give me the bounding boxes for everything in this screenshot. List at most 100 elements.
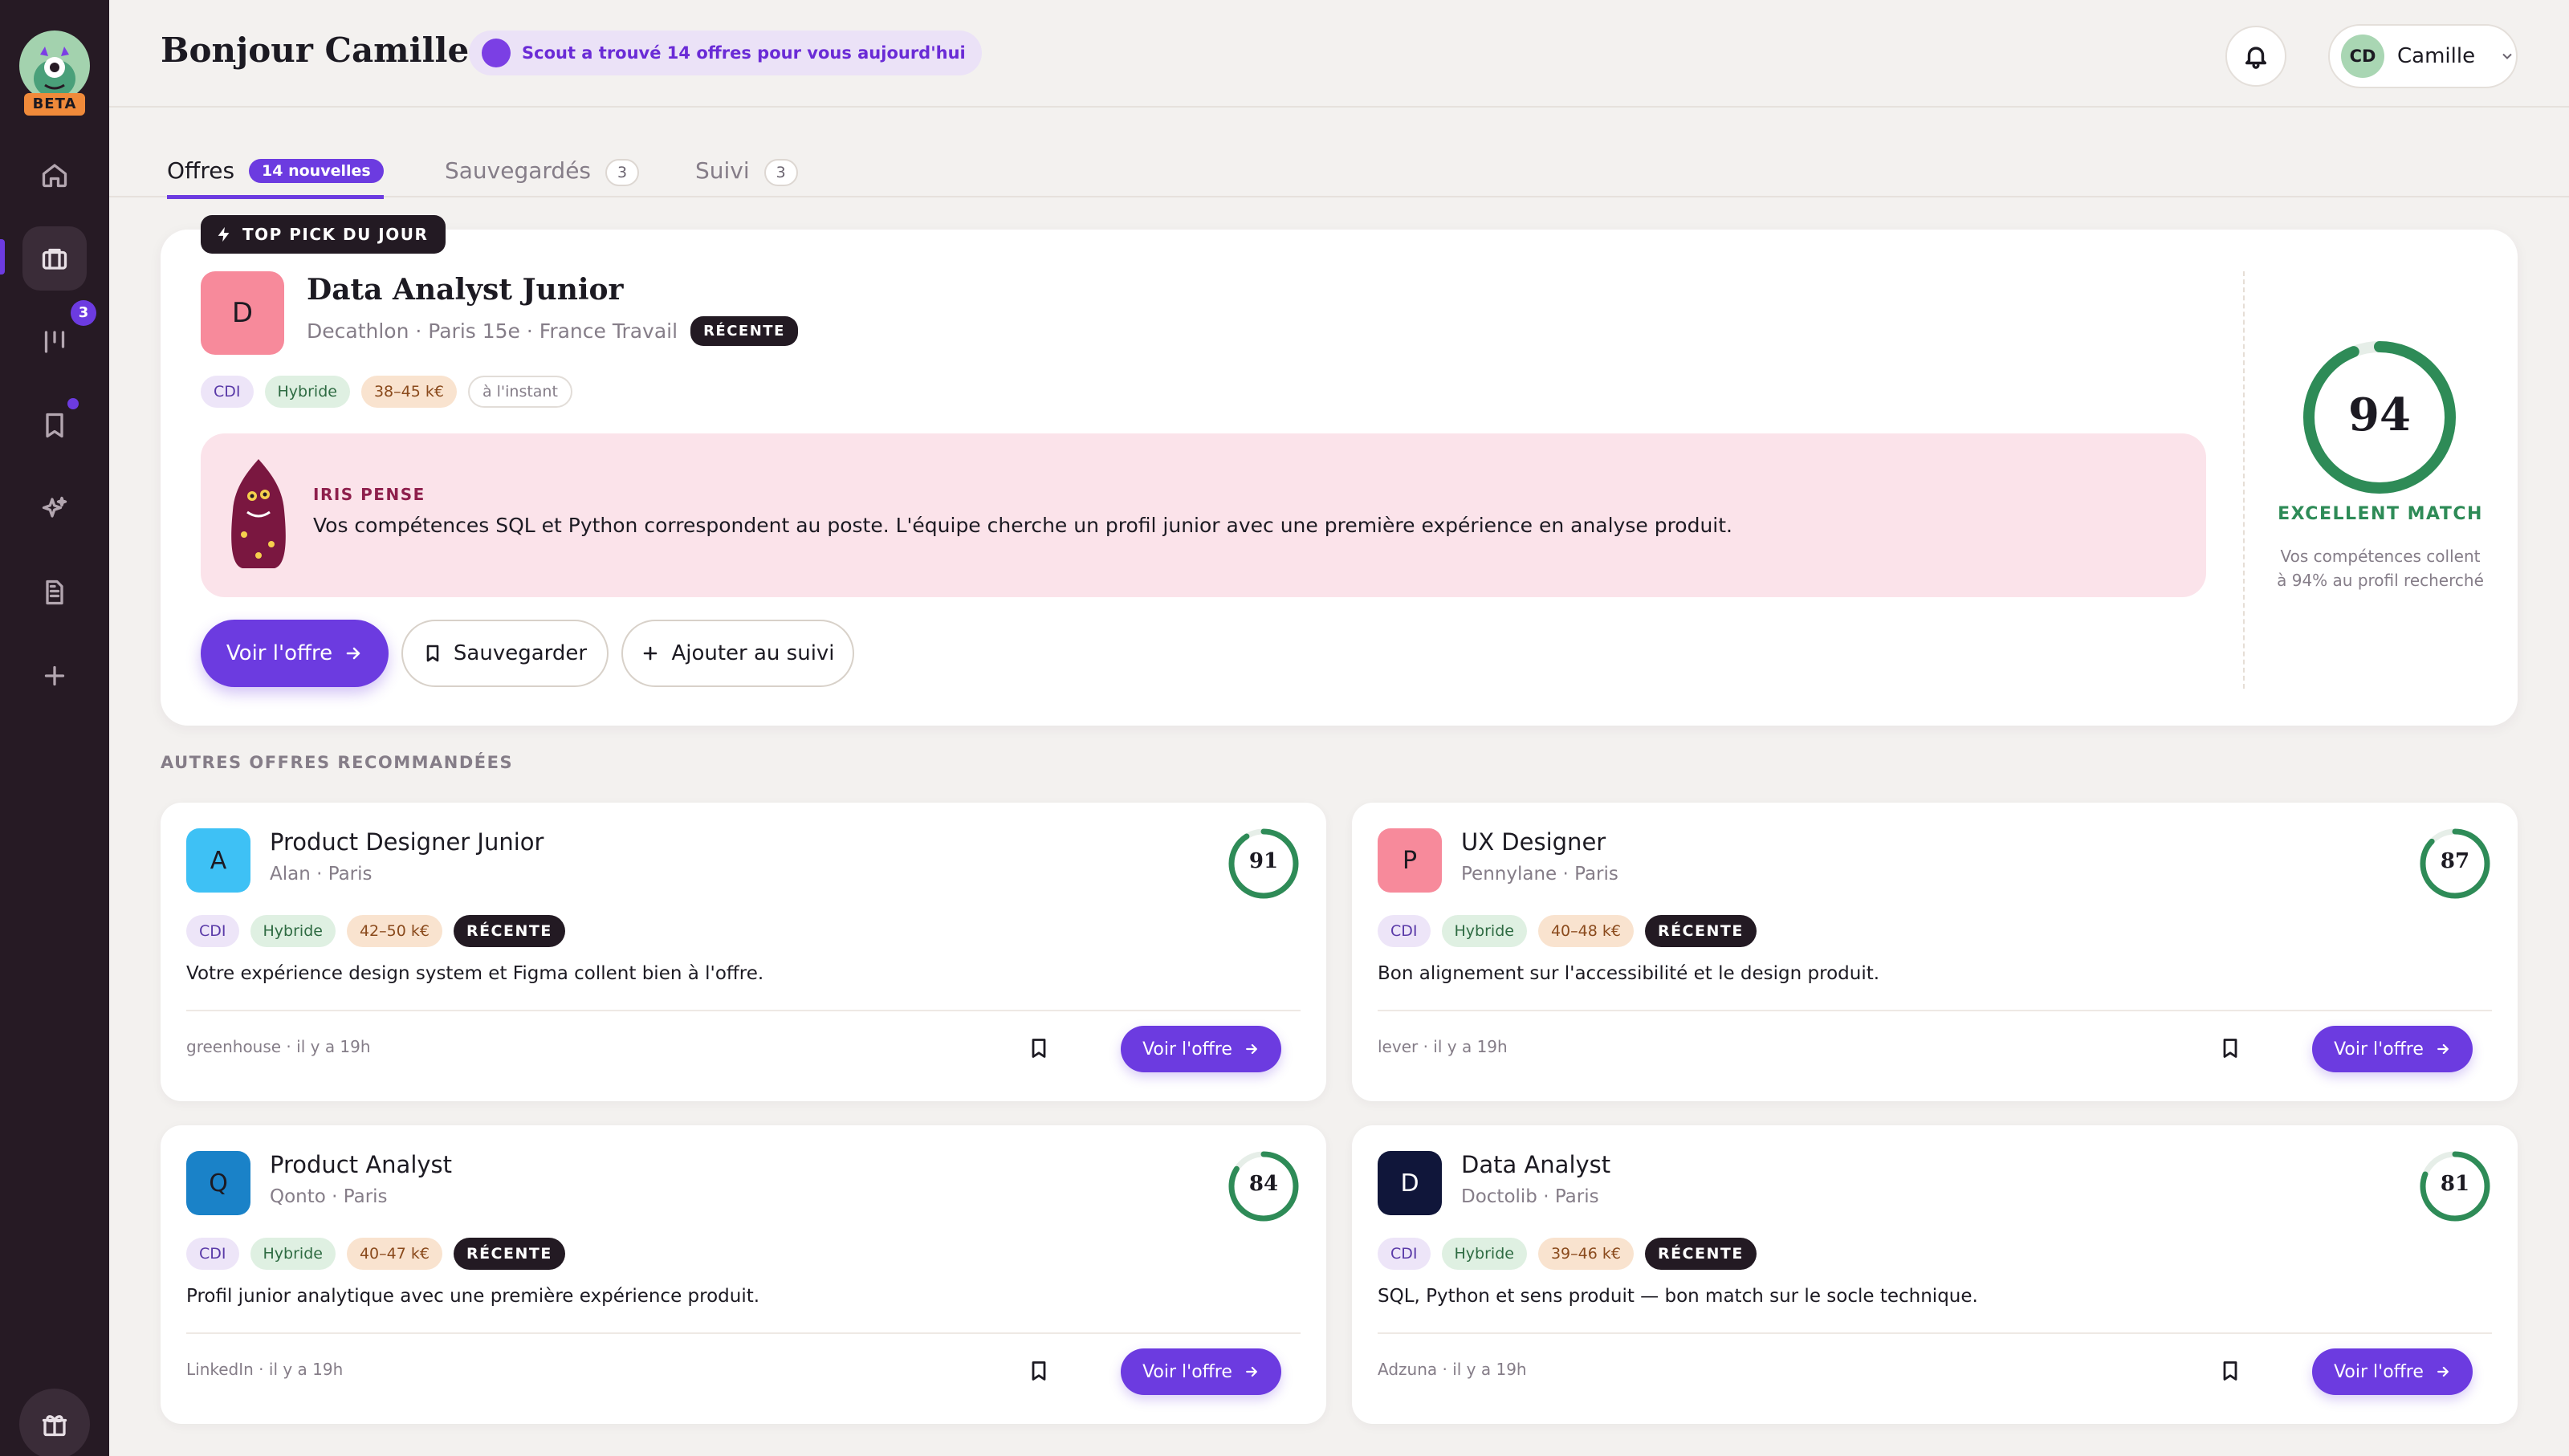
tab-sauvegardes[interactable]: Sauvegardés 3 — [445, 132, 640, 197]
company-logo: P — [1378, 828, 1442, 893]
bookmark-button[interactable] — [1028, 1360, 1050, 1382]
job-card[interactable]: Q Product Analyst Qonto · Paris CDI Hybr… — [161, 1125, 1326, 1424]
salary-tag: 40–48 k€ — [1537, 915, 1634, 947]
job-title[interactable]: Product Analyst — [270, 1151, 452, 1178]
page-title: Bonjour Camille — [161, 31, 470, 70]
job-title[interactable]: UX Designer — [1461, 828, 1606, 856]
company-location: Qonto · Paris — [270, 1186, 388, 1207]
job-description: Bon alignement sur l'accessibilité et le… — [1378, 963, 1880, 984]
contract-tag: CDI — [186, 915, 239, 947]
view-offer-button[interactable]: Voir l'offre — [1121, 1348, 1281, 1395]
recent-badge: RÉCENTE — [453, 915, 565, 947]
arrow-right-icon — [2437, 1366, 2449, 1377]
nav-documents[interactable] — [22, 560, 87, 624]
scout-banner[interactable]: Scout a trouvé 14 offres pour vous aujou… — [469, 31, 982, 75]
mascot-logo[interactable] — [19, 31, 90, 101]
nav-offers[interactable] — [22, 226, 87, 291]
new-count-badge: 14 nouvelles — [249, 159, 384, 183]
job-tags: CDI Hybride 39–46 k€ RÉCENTE — [1378, 1238, 1757, 1270]
iris-text: Vos compétences SQL et Python correspond… — [313, 514, 1733, 537]
active-indicator — [0, 239, 5, 275]
save-label: Sauvegarder — [453, 641, 588, 665]
job-source: Adzuna · il y a 19h — [1378, 1360, 1527, 1379]
company-logo: D — [201, 271, 284, 355]
view-offer-label: Voir l'offre — [1142, 1361, 1232, 1382]
match-label: EXCELLENT MATCH — [2278, 504, 2483, 524]
job-card[interactable]: D Data Analyst Doctolib · Paris CDI Hybr… — [1352, 1125, 2518, 1424]
job-source: lever · il y a 19h — [1378, 1037, 1508, 1056]
match-description: Vos compétences collent à 94% au profil … — [2277, 547, 2484, 590]
salary-tag: 38–45 k€ — [360, 376, 457, 408]
bookmark-button[interactable] — [2219, 1360, 2241, 1382]
view-offer-button[interactable]: Voir l'offre — [201, 620, 389, 687]
company-location: Doctolib · Paris — [1461, 1186, 1599, 1207]
bookmark-icon — [426, 645, 439, 662]
notifications-button[interactable] — [2225, 26, 2286, 87]
count-badge: 3 — [605, 159, 640, 186]
view-offer-button[interactable]: Voir l'offre — [2312, 1348, 2473, 1395]
nav-gift[interactable] — [19, 1389, 90, 1456]
iris-mascot-icon — [231, 459, 286, 568]
bookmark-button[interactable] — [1028, 1037, 1050, 1059]
job-title[interactable]: Data Analyst — [1461, 1151, 1610, 1178]
job-title[interactable]: Data Analyst Junior — [307, 273, 624, 307]
contract-tag: CDI — [1378, 1238, 1431, 1270]
work-mode-tag: Hybride — [1441, 915, 1527, 947]
divider — [1378, 1332, 2492, 1334]
arrow-right-icon — [1245, 1043, 1257, 1055]
bookmark-icon — [1032, 1039, 1046, 1058]
scout-mascot-icon — [482, 39, 511, 67]
nav-add[interactable] — [22, 644, 87, 708]
recent-badge: RÉCENTE — [1644, 1238, 1757, 1270]
bell-icon — [2245, 47, 2267, 69]
kanban-icon — [44, 331, 65, 353]
match-score-value: 81 — [2440, 1172, 2470, 1196]
company-location: Pennylane · Paris — [1461, 864, 1618, 885]
company-logo: A — [186, 828, 250, 893]
add-to-tracking-button[interactable]: Ajouter au suivi — [621, 620, 854, 687]
section-title: AUTRES OFFRES RECOMMANDÉES — [161, 753, 514, 772]
arrow-right-icon — [346, 647, 360, 660]
salary-tag: 42–50 k€ — [346, 915, 442, 947]
job-card[interactable]: A Product Designer Junior Alan · Paris C… — [161, 803, 1326, 1101]
company-location: Decathlon · Paris 15e · France Travail — [307, 319, 678, 343]
match-score-value: 84 — [1248, 1172, 1279, 1196]
tab-bar: Offres 14 nouvelles Sauvegardés 3 Suivi … — [109, 109, 2569, 199]
view-offer-label: Voir l'offre — [226, 641, 333, 665]
sparkles-icon — [42, 496, 67, 518]
contract-tag: CDI — [1378, 915, 1431, 947]
view-offer-label: Voir l'offre — [1142, 1039, 1232, 1059]
tab-label: Suivi — [695, 157, 750, 184]
bookmark-icon — [2223, 1039, 2237, 1058]
nav-home[interactable] — [22, 143, 87, 207]
job-title[interactable]: Product Designer Junior — [270, 828, 544, 856]
save-button[interactable]: Sauvegarder — [401, 620, 609, 687]
view-offer-button[interactable]: Voir l'offre — [2312, 1026, 2473, 1072]
plus-icon — [644, 646, 658, 661]
divider — [1378, 1010, 2492, 1011]
user-menu[interactable]: CD Camille — [2328, 24, 2518, 88]
company-logo: D — [1378, 1151, 1442, 1215]
view-offer-label: Voir l'offre — [2334, 1039, 2424, 1059]
scout-text: Scout a trouvé 14 offres pour vous aujou… — [522, 43, 966, 63]
work-mode-tag: Hybride — [250, 915, 336, 947]
tab-offres[interactable]: Offres 14 nouvelles — [167, 132, 384, 199]
match-score-value: 87 — [2440, 849, 2470, 873]
home-icon — [42, 164, 67, 188]
divider — [186, 1332, 1301, 1334]
tab-suivi[interactable]: Suivi 3 — [695, 132, 798, 197]
bookmark-icon — [2223, 1361, 2237, 1381]
bookmark-button[interactable] — [2219, 1037, 2241, 1059]
mascot-icon — [34, 47, 75, 98]
count-badge: 3 — [763, 159, 798, 186]
plus-icon — [44, 665, 65, 686]
work-mode-tag: Hybride — [264, 376, 350, 408]
salary-tag: 40–47 k€ — [346, 1238, 442, 1270]
recent-badge: RÉCENTE — [1644, 915, 1757, 947]
avatar: CD — [2341, 35, 2384, 78]
job-card[interactable]: P UX Designer Pennylane · Paris CDI Hybr… — [1352, 803, 2518, 1101]
job-meta: Decathlon · Paris 15e · France Travail R… — [307, 316, 798, 346]
match-score-value: 91 — [1248, 849, 1279, 873]
view-offer-button[interactable]: Voir l'offre — [1121, 1026, 1281, 1072]
nav-ai[interactable] — [22, 477, 87, 541]
